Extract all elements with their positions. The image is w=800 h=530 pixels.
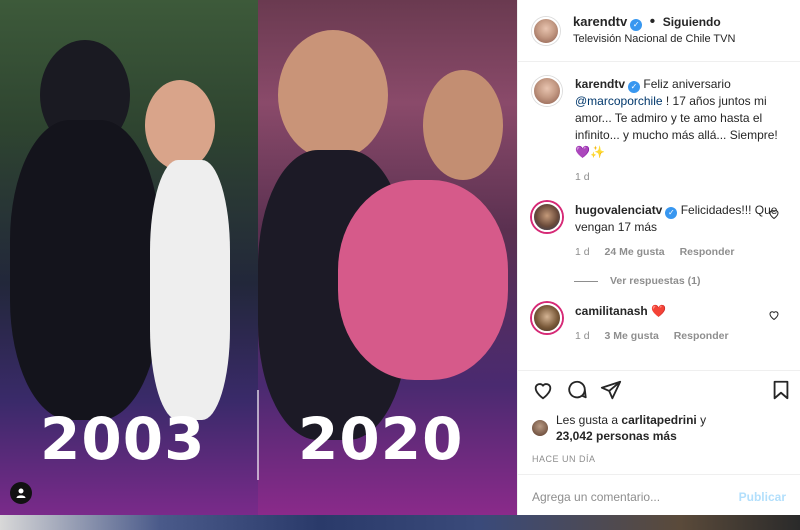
commenter-username[interactable]: hugovalenciatv [575, 203, 662, 217]
post-header: karendtv ✓ • Siguiendo Televisión Naciona… [518, 0, 800, 62]
caption: karendtv ✓ Feliz aniversario @marcoporchi… [532, 76, 786, 186]
comment-like-heart-icon[interactable] [768, 208, 780, 220]
share-paper-plane-icon[interactable] [600, 379, 622, 401]
view-replies-button[interactable]: Ver respuestas (1) [574, 275, 786, 287]
post-timestamp[interactable]: HACE UN DÍA [518, 448, 800, 474]
year-2020-label: 2020 [298, 405, 464, 473]
likes-count[interactable]: 23,042 personas más [556, 429, 677, 443]
caption-emoji: 💜✨ [575, 145, 605, 159]
likes-suffix: y [700, 413, 707, 427]
caption-time[interactable]: 1 d [575, 171, 590, 183]
separator-dot: • [649, 13, 656, 30]
post-viewer: 2003 2020 karendtv ✓ • Siguiendo Televisi… [0, 0, 800, 515]
commenter-avatar[interactable] [532, 202, 562, 232]
bride-face [145, 80, 215, 170]
comment-likes[interactable]: 24 Me gusta [605, 246, 665, 258]
comment-item: hugovalenciatv ✓ Felicidades!!! Que venga… [532, 202, 786, 261]
caption-body: karendtv ✓ Feliz aniversario @marcoporchi… [575, 76, 786, 186]
woman-face [423, 70, 503, 180]
comments-list[interactable]: karendtv ✓ Feliz aniversario @marcoporchi… [518, 62, 800, 370]
like-heart-icon[interactable] [532, 379, 554, 401]
reply-button[interactable]: Responder [680, 246, 735, 258]
liker-username[interactable]: carlitapedrini [621, 413, 696, 427]
likes-summary: Les gusta a carlitapedrini y 23,042 pers… [518, 408, 800, 448]
comment-item: camilitanash ❤️ 1 d 3 Me gusta Responder [532, 303, 786, 345]
photo-divider [257, 390, 259, 480]
verified-icon: ✓ [630, 19, 643, 31]
comment-like-heart-icon[interactable] [768, 309, 780, 321]
comment-text: ❤️ [651, 304, 666, 318]
caption-avatar[interactable] [532, 76, 562, 106]
author-avatar[interactable] [532, 16, 560, 45]
action-bar [518, 370, 800, 408]
comment-meta: 1 d 24 Me gusta Responder [575, 244, 786, 261]
caption-meta: 1 d [575, 169, 786, 186]
comment-bubble-icon[interactable] [566, 379, 588, 401]
bride-dress [150, 160, 230, 420]
post-photo[interactable]: 2003 2020 [0, 0, 517, 515]
author-username[interactable]: karendtv [573, 14, 627, 29]
caption-text-before: Feliz aniversario [643, 77, 731, 91]
view-replies-label: Ver respuestas (1) [610, 275, 701, 287]
person-icon [16, 488, 26, 498]
comment-body: hugovalenciatv ✓ Felicidades!!! Que venga… [575, 202, 786, 261]
post-location[interactable]: Televisión Nacional de Chile TVN [573, 31, 735, 47]
verified-icon: ✓ [665, 207, 678, 219]
comment-input[interactable] [532, 489, 722, 504]
commenter-avatar[interactable] [532, 303, 562, 333]
header-text: karendtv ✓ • Siguiendo Televisión Naciona… [573, 14, 735, 47]
reply-button[interactable]: Responder [674, 330, 729, 342]
background-feed-strip [0, 515, 800, 530]
post-sidebar: karendtv ✓ • Siguiendo Televisión Naciona… [517, 0, 800, 515]
likes-prefix: Les gusta a [556, 413, 619, 427]
caption-username[interactable]: karendtv [575, 77, 625, 91]
save-bookmark-icon[interactable] [770, 379, 792, 401]
comment-meta: 1 d 3 Me gusta Responder [575, 328, 786, 345]
commenter-username[interactable]: camilitanash [575, 304, 648, 318]
likes-text: Les gusta a carlitapedrini y 23,042 pers… [556, 412, 706, 444]
woman-pink-dress [338, 180, 508, 380]
replies-line [574, 280, 598, 282]
comment-time[interactable]: 1 d [575, 246, 590, 258]
man-face [278, 30, 388, 160]
add-comment-bar: Publicar [518, 474, 800, 518]
tagged-users-button[interactable] [10, 482, 32, 504]
comment-likes[interactable]: 3 Me gusta [605, 330, 659, 342]
groom-body [10, 120, 160, 420]
year-2003-label: 2003 [40, 405, 206, 473]
publish-button[interactable]: Publicar [739, 490, 786, 504]
caption-mention[interactable]: @marcoporchile [575, 94, 663, 108]
comment-time[interactable]: 1 d [575, 330, 590, 342]
follow-status-button[interactable]: Siguiendo [663, 15, 721, 29]
verified-icon: ✓ [628, 81, 641, 93]
comment-body: camilitanash ❤️ 1 d 3 Me gusta Responder [575, 303, 786, 345]
liker-avatar[interactable] [532, 420, 548, 436]
